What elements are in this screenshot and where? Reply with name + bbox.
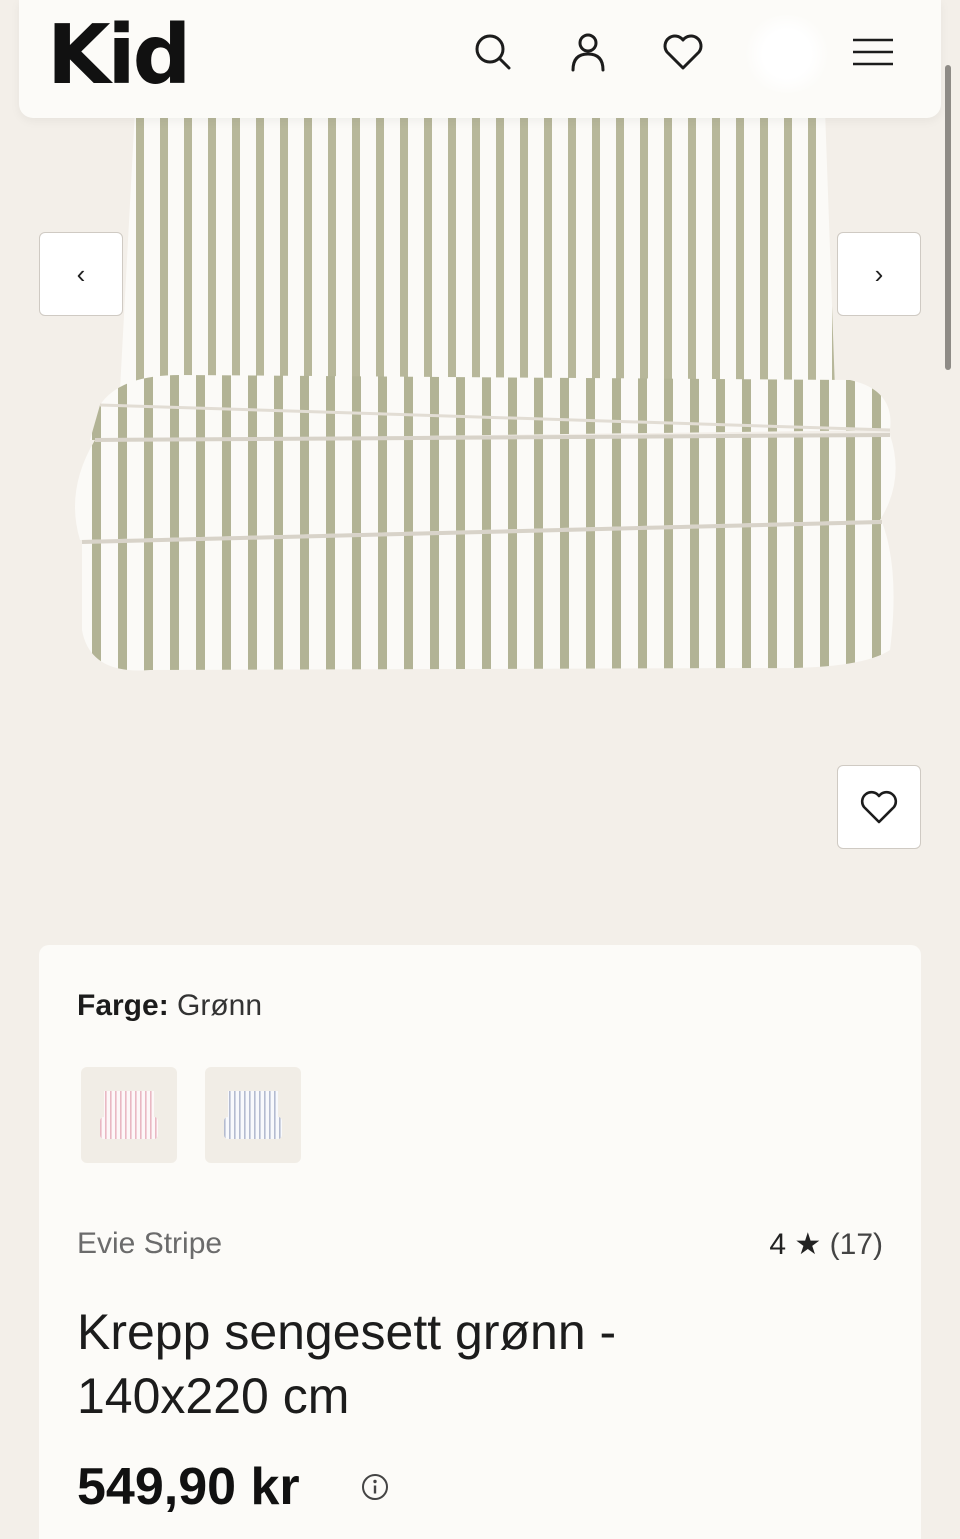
color-selector-label: Farge: Grønn [77, 989, 262, 1023]
search-button[interactable] [469, 28, 517, 76]
logo[interactable]: Kid [47, 8, 191, 103]
menu-icon [853, 38, 893, 66]
pink-bedding-thumbnail [100, 1091, 158, 1139]
color-value: Grønn [177, 989, 263, 1022]
search-icon [475, 34, 511, 70]
product-image [75, 110, 896, 671]
color-label: Farge: [77, 989, 169, 1022]
menu-button[interactable] [849, 28, 897, 76]
product-brand[interactable]: Evie Stripe [77, 1227, 222, 1261]
chevron-left-icon: ‹ [76, 258, 86, 289]
info-icon[interactable] [361, 1473, 389, 1501]
scrollbar[interactable] [945, 65, 951, 370]
account-icon [571, 33, 605, 72]
cart-badge[interactable] [741, 15, 833, 93]
heart-icon [663, 34, 703, 70]
account-button[interactable] [564, 28, 612, 76]
review-count: (17) [829, 1228, 883, 1261]
site-header: Kid [19, 0, 941, 118]
star-icon: ★ [794, 1228, 822, 1261]
product-rating[interactable]: 4 ★ (17) [769, 1227, 883, 1262]
next-image-button[interactable]: › [837, 232, 921, 316]
blue-bedding-thumbnail [224, 1091, 282, 1139]
product-price: 549,90 kr [77, 1458, 300, 1516]
product-info-card: Farge: Grønn Evie Stripe 4 ★ (17) Krepp … [39, 945, 921, 1539]
add-to-wishlist-button[interactable] [837, 765, 921, 849]
previous-image-button[interactable]: ‹ [39, 232, 123, 316]
product-title: Krepp sengesett grønn - 140x220 cm [77, 1304, 617, 1424]
rating-value: 4 [769, 1228, 787, 1261]
wishlist-button[interactable] [659, 28, 707, 76]
color-swatch-pink[interactable] [81, 1067, 177, 1163]
heart-icon [860, 790, 898, 824]
product-image-gallery[interactable]: ‹ › [0, 0, 960, 920]
product-page: ‹ › Kid Farge: Grønn Evie Stripe 4 ★ (17… [0, 0, 960, 1539]
chevron-right-icon: › [874, 258, 884, 289]
color-swatch-blue[interactable] [205, 1067, 301, 1163]
